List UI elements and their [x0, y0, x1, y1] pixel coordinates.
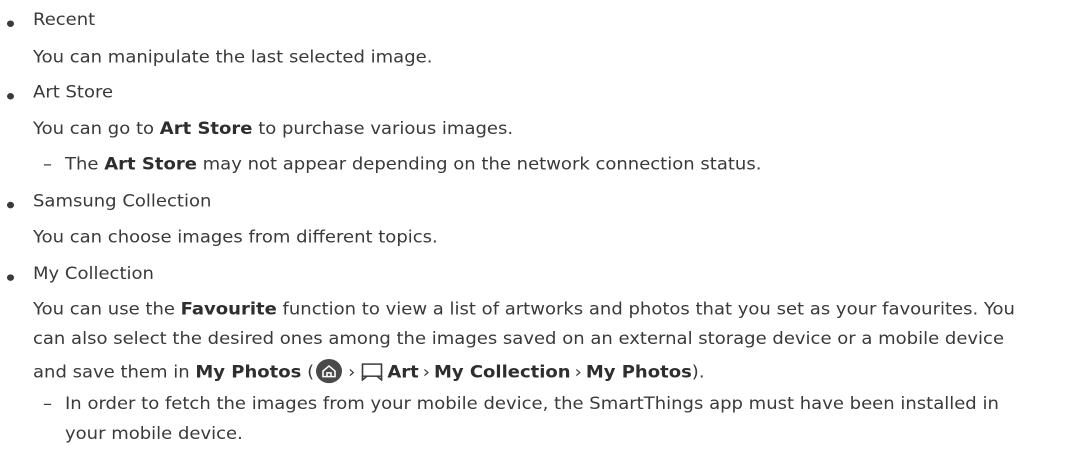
note-art-store: – The Art Store may not appear depending …	[43, 154, 762, 174]
bullet-icon	[7, 201, 14, 209]
item-body-my-collection-line2: can also select the desired ones among t…	[33, 329, 1005, 349]
art-mode-icon	[361, 363, 383, 386]
item-body-samsung-collection: You can choose images from different top…	[33, 227, 438, 248]
path-separator: ›	[348, 362, 356, 383]
path-separator: ›	[422, 362, 430, 383]
item-title-recent: Recent	[33, 10, 96, 30]
bullet-icon	[7, 274, 14, 281]
item-body-my-collection-line1: You can use the Favourite function to vi…	[33, 299, 1015, 319]
item-body-art-store: You can go to Art Store to purchase vari…	[33, 119, 514, 139]
note-dash: –	[43, 394, 52, 414]
item-body-recent: You can manipulate the last selected ima…	[33, 47, 433, 67]
art-store-link-text: Art Store	[159, 119, 253, 139]
path-separator: ›	[574, 362, 582, 383]
item-body-my-collection-line3: and save them in My Photos (› Art › My Coll…	[33, 358, 705, 386]
note-dash: –	[43, 154, 52, 174]
bullet-icon	[7, 20, 14, 27]
item-title-my-collection: My Collection	[33, 264, 154, 284]
note-my-collection-line1: – In order to fetch the images from your …	[43, 394, 999, 414]
item-title-art-store: Art Store	[33, 82, 114, 103]
note-my-collection-line2: your mobile device.	[65, 424, 243, 444]
home-icon	[316, 358, 343, 384]
item-title-samsung-collection: Samsung Collection	[33, 191, 212, 212]
bullet-icon	[7, 93, 14, 100]
